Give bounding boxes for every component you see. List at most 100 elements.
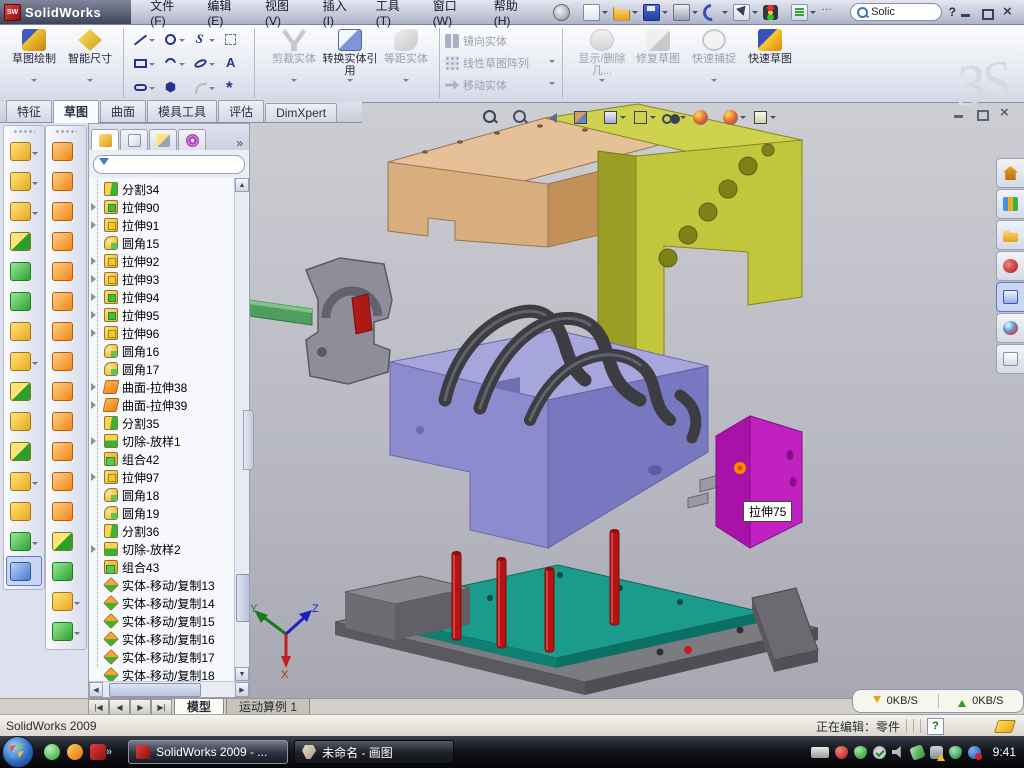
rectangle-tool[interactable] bbox=[129, 51, 159, 75]
holder-part[interactable] bbox=[306, 258, 392, 384]
tree-horizontal-scrollbar[interactable]: ◀ ▶ bbox=[89, 681, 249, 697]
feature-tree-item[interactable]: 圆角16 bbox=[91, 342, 234, 360]
convert-entities-button[interactable]: 转换实体引用 bbox=[322, 26, 378, 102]
expander-icon[interactable] bbox=[91, 401, 100, 409]
quick-launch-messenger[interactable] bbox=[44, 744, 60, 760]
scroll-thumb[interactable] bbox=[109, 683, 201, 697]
spline-tool[interactable] bbox=[189, 27, 219, 51]
feature-tree-item[interactable]: 组合42 bbox=[91, 450, 234, 468]
zoom-area-icon[interactable] bbox=[512, 109, 536, 126]
panel-splitter-handle[interactable] bbox=[243, 410, 254, 470]
feature-tree-item[interactable]: 实体-移动/复制13 bbox=[91, 576, 234, 594]
feature-tree-item[interactable]: 拉伸94 bbox=[91, 288, 234, 306]
trim-surface-tool[interactable] bbox=[48, 496, 84, 526]
boundary-surface-tool[interactable] bbox=[48, 256, 84, 286]
rebuild-icon[interactable] bbox=[761, 4, 788, 21]
quick-launch-solidworks[interactable] bbox=[90, 744, 106, 760]
expander-icon[interactable] bbox=[91, 293, 100, 301]
dropdown-caret-icon[interactable] bbox=[650, 116, 656, 122]
smart-dimension-button[interactable]: 智能尺寸 bbox=[62, 26, 118, 102]
ellipse-tool[interactable] bbox=[189, 51, 219, 75]
revolved-surface-tool[interactable] bbox=[48, 166, 84, 196]
offset-entities-button[interactable]: 等距实体 bbox=[378, 26, 434, 102]
appearances-scenes-tab[interactable] bbox=[996, 313, 1024, 343]
combine-tool[interactable] bbox=[6, 406, 42, 436]
rapid-sketch-button[interactable]: 快速草图 bbox=[742, 26, 798, 102]
extruded-cut-tool[interactable] bbox=[6, 166, 42, 196]
boss-extrude-tool[interactable] bbox=[6, 136, 42, 166]
zoom-fit-icon[interactable] bbox=[482, 109, 506, 126]
polygon-tool[interactable] bbox=[159, 75, 189, 99]
insert-block-part[interactable] bbox=[716, 416, 802, 548]
custom-properties-tab[interactable] bbox=[996, 344, 1024, 374]
graphics-area[interactable]: Y Z X bbox=[250, 102, 1024, 698]
search-input[interactable]: Solic bbox=[850, 3, 942, 21]
offset-surface-tool[interactable] bbox=[48, 346, 84, 376]
toolbar-grip[interactable] bbox=[13, 129, 35, 134]
scroll-right-button[interactable]: ▶ bbox=[235, 682, 249, 697]
dropdown-caret-icon[interactable] bbox=[752, 11, 758, 17]
tab-dimxpert[interactable]: DimXpert bbox=[265, 103, 337, 122]
feature-tree-item[interactable]: 实体-移动/复制18 bbox=[91, 666, 234, 681]
help-button[interactable]: ? bbox=[946, 5, 959, 19]
tray-messenger-icon[interactable] bbox=[909, 744, 926, 761]
3d-model[interactable]: Y Z X bbox=[250, 102, 1024, 698]
solidworks-resources-tab[interactable] bbox=[996, 158, 1024, 188]
redline-icon[interactable] bbox=[819, 4, 846, 21]
tray-keyboard-icon[interactable] bbox=[811, 747, 829, 758]
feature-tree-item[interactable]: 切除-放样1 bbox=[91, 432, 234, 450]
view-settings-icon[interactable] bbox=[752, 109, 776, 126]
expander-icon[interactable] bbox=[91, 329, 100, 337]
tab-features[interactable]: 特征 bbox=[6, 100, 52, 122]
dropdown-caret-icon[interactable] bbox=[32, 182, 38, 188]
feature-tree-item[interactable]: 分割36 bbox=[91, 522, 234, 540]
swept-surface-tool[interactable] bbox=[48, 196, 84, 226]
display-delete-relations-button[interactable]: 显示/删除几... bbox=[574, 26, 630, 102]
section-view-icon[interactable] bbox=[572, 109, 596, 126]
dropdown-caret-icon[interactable] bbox=[662, 11, 668, 17]
panel-overflow-chevron[interactable]: » bbox=[232, 136, 247, 150]
delete-face-tool[interactable] bbox=[48, 406, 84, 436]
dropdown-caret-icon[interactable] bbox=[74, 602, 80, 608]
previous-view-icon[interactable] bbox=[542, 109, 566, 126]
dropdown-caret-icon[interactable] bbox=[599, 79, 605, 85]
dropdown-caret-icon[interactable] bbox=[549, 82, 555, 88]
point-tool[interactable] bbox=[219, 75, 249, 99]
view-orientation-icon[interactable] bbox=[602, 109, 626, 126]
dropdown-caret-icon[interactable] bbox=[32, 542, 38, 548]
hide-show-items-icon[interactable] bbox=[662, 109, 686, 126]
view-palette-tab[interactable] bbox=[996, 282, 1024, 312]
expander-icon[interactable] bbox=[91, 221, 100, 229]
feature-tree-item[interactable]: 切除-放样2 bbox=[91, 540, 234, 558]
tab-surfaces[interactable]: 曲面 bbox=[100, 100, 146, 122]
insert-part-tool[interactable] bbox=[6, 466, 42, 496]
dropdown-caret-icon[interactable] bbox=[179, 63, 185, 69]
delete-body-tool[interactable] bbox=[6, 496, 42, 526]
sketch-fillet-tool[interactable] bbox=[189, 75, 219, 99]
feature-tree-item[interactable]: 拉伸93 bbox=[91, 270, 234, 288]
taskbar-paint-window[interactable]: 未命名 - 画图 bbox=[294, 740, 454, 764]
dropdown-caret-icon[interactable] bbox=[602, 11, 608, 17]
text-tool[interactable] bbox=[219, 51, 249, 75]
configurationmanager-tab[interactable] bbox=[149, 129, 177, 150]
dropdown-caret-icon[interactable] bbox=[209, 63, 215, 69]
knit-surface-tool[interactable] bbox=[48, 526, 84, 556]
toolbar-grip[interactable] bbox=[55, 129, 77, 134]
feature-tree-item[interactable]: 实体-移动/复制17 bbox=[91, 648, 234, 666]
restore-button[interactable] bbox=[980, 6, 995, 19]
pin-icon[interactable] bbox=[551, 3, 580, 22]
trim-entities-button[interactable]: 剪裁实体 bbox=[266, 26, 322, 102]
close-button[interactable] bbox=[1001, 6, 1016, 19]
tab-nav-button[interactable]: ◀ bbox=[109, 699, 130, 715]
dropdown-caret-icon[interactable] bbox=[32, 212, 38, 218]
dropdown-caret-icon[interactable] bbox=[740, 116, 746, 122]
split-tool[interactable] bbox=[6, 376, 42, 406]
hole-wizard-tool[interactable] bbox=[6, 316, 42, 346]
file-explorer-tab[interactable] bbox=[996, 220, 1024, 250]
scroll-thumb[interactable] bbox=[236, 574, 249, 622]
slot-tool[interactable] bbox=[129, 75, 159, 99]
scroll-down-button[interactable]: ▼ bbox=[235, 667, 249, 681]
tray-defender-icon[interactable] bbox=[949, 746, 962, 759]
edit-appearance-icon[interactable] bbox=[692, 109, 716, 126]
dropdown-caret-icon[interactable] bbox=[692, 11, 698, 17]
